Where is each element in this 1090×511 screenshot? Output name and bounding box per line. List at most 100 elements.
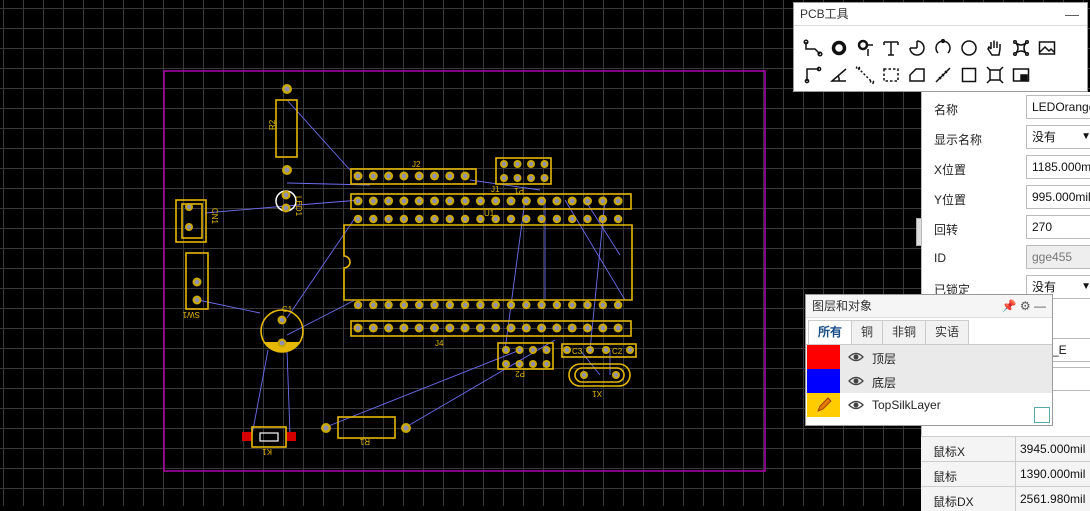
rectangle-icon[interactable] [956, 61, 982, 88]
pad-hole [615, 198, 621, 204]
pad-hole [508, 198, 514, 204]
property-input[interactable]: 1185.000mil [1026, 155, 1090, 179]
pad-hole [554, 325, 560, 331]
pad-hole [544, 362, 549, 366]
layer-row-top[interactable]: 顶层 [806, 345, 1052, 369]
layer-row-topsilk[interactable]: TopSilkLayer [806, 393, 1052, 417]
pad-hole [588, 348, 592, 352]
via-icon[interactable] [852, 34, 878, 61]
pad-hole [447, 216, 452, 222]
pad-hole [628, 348, 632, 352]
pad-hole [585, 216, 590, 222]
property-row: Y位置 995.000mil [922, 183, 1090, 213]
pad-hole [447, 173, 453, 179]
text-icon[interactable] [878, 34, 904, 61]
label-r1: R1 [359, 437, 370, 446]
angle-icon[interactable] [826, 61, 852, 88]
property-row: X位置 1185.000mil [922, 153, 1090, 183]
pad-hole [194, 279, 200, 285]
layers-panel: 图层和对象 📌 ⚙ — 所有 铜 非铜 实语 顶层 底层 TopSilkLaye… [805, 294, 1053, 426]
pad-hole [463, 216, 468, 222]
pad-hole [478, 216, 483, 222]
copper-area-icon[interactable] [904, 61, 930, 88]
pad-hole [604, 348, 608, 352]
property-input[interactable]: 270 [1026, 215, 1090, 239]
wire-icon[interactable] [800, 34, 826, 61]
pad-hole [539, 198, 544, 204]
pad-hole [371, 325, 376, 331]
label-x1: X1 [592, 389, 602, 398]
solder-region-icon[interactable] [1008, 34, 1034, 61]
pcb-tools-header[interactable]: PCB工具 — [794, 3, 1087, 26]
tab-copper[interactable]: 铜 [851, 320, 884, 344]
property-row: ID gge455 [922, 243, 1090, 273]
layer-color-swatch[interactable] [807, 345, 840, 369]
group-select-icon[interactable] [982, 61, 1008, 88]
dimension-icon[interactable] [852, 61, 878, 88]
layer-color-swatch[interactable] [807, 393, 840, 417]
property-input[interactable]: gge455 [1026, 245, 1090, 269]
layers-header[interactable]: 图层和对象 📌 ⚙ — [806, 295, 1052, 318]
component-c3-c2: C3 C2 [561, 343, 637, 358]
pad-hole [531, 348, 535, 352]
label-c2: C2 [612, 347, 623, 356]
eye-icon[interactable] [848, 374, 864, 388]
pad-hole [401, 302, 406, 308]
pad-hole [529, 162, 533, 166]
pad-hole [502, 176, 506, 180]
rect-select-icon[interactable] [878, 61, 904, 88]
pad-icon[interactable] [826, 34, 852, 61]
label-j4: J4 [435, 339, 444, 348]
mouse-coordinates: 鼠标X 3945.000mil 鼠标 1390.000mil 鼠标DX 2561.98… [921, 436, 1090, 511]
pad-hole [371, 173, 376, 179]
layer-color-swatch[interactable] [807, 369, 840, 393]
tab-non-copper[interactable]: 非铜 [882, 320, 927, 344]
label-led1: LED1 [294, 196, 303, 217]
eye-icon[interactable] [848, 350, 864, 364]
property-value: 1185.000mil [1032, 160, 1090, 174]
pad-hole [504, 348, 508, 352]
tab-solid[interactable]: 实语 [925, 320, 970, 344]
pad-hole [531, 362, 535, 366]
arc-icon[interactable] [930, 34, 956, 61]
property-input[interactable]: 995.000mil [1026, 185, 1090, 209]
canvas-icon[interactable] [1008, 61, 1034, 88]
pad-hole [600, 325, 606, 331]
pan-hand-icon[interactable] [982, 34, 1008, 61]
property-select[interactable]: 没有 ▼ [1026, 125, 1090, 149]
resize-grip[interactable] [1034, 407, 1050, 423]
measure-icon[interactable] [930, 61, 956, 88]
pad-hole [478, 302, 483, 308]
tab-all[interactable]: 所有 [808, 320, 853, 344]
pad-hole [401, 198, 407, 204]
layer-row-bottom[interactable]: 底层 [806, 369, 1052, 393]
property-value: 没有 [1032, 280, 1057, 294]
pcb-tools-title: PCB工具 [800, 7, 849, 21]
gear-icon[interactable]: ⚙ [1020, 299, 1031, 313]
minimize-button[interactable]: — [1065, 3, 1079, 25]
pad-hole [463, 302, 468, 308]
property-value: LEDOrange [1032, 100, 1090, 114]
property-input[interactable]: LEDOrange [1026, 95, 1090, 119]
pad-hole [614, 373, 618, 377]
layers-tabs: 所有 铜 非铜 实语 [806, 320, 1052, 345]
layers-title: 图层和对象 [812, 299, 873, 313]
pin-icon[interactable]: 📌 [1002, 299, 1017, 313]
circle-icon[interactable] [956, 34, 982, 61]
pad-hole [355, 216, 361, 222]
pad-hole [279, 340, 285, 346]
layer-name: 底层 [872, 376, 897, 390]
pad-hole [493, 302, 498, 308]
minimize-icon[interactable]: — [1034, 299, 1046, 313]
property-value: 没有 [1032, 130, 1057, 144]
track-icon[interactable] [800, 61, 826, 88]
pad-hole [570, 302, 575, 308]
arc-center-icon[interactable] [904, 34, 930, 61]
pad-hole [565, 348, 569, 352]
pad-hole [504, 362, 508, 366]
property-row: 显示名称 没有 ▼ [922, 123, 1090, 153]
eye-icon[interactable] [848, 398, 864, 412]
image-icon[interactable] [1034, 34, 1060, 61]
component-r2: R2 [268, 84, 298, 175]
pad-hole [585, 325, 590, 331]
